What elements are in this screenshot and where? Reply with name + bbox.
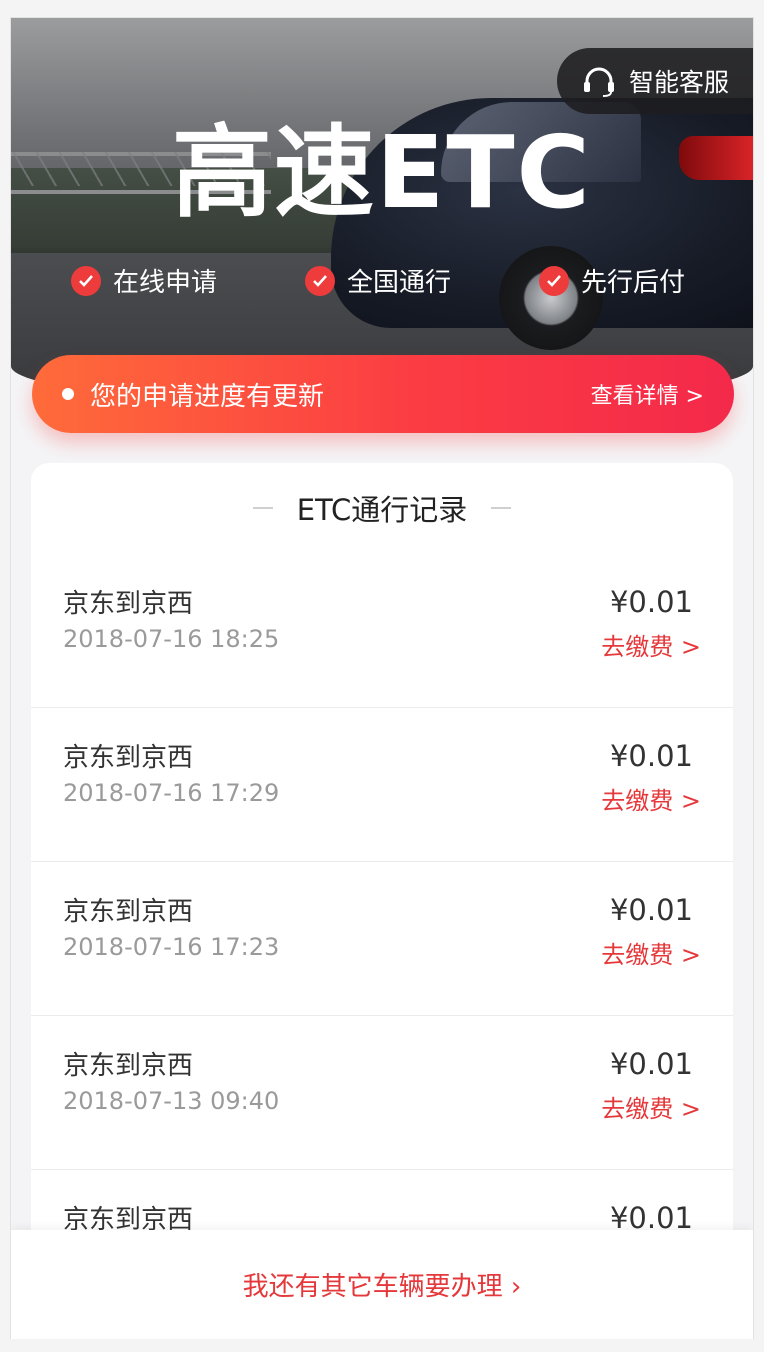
check-icon xyxy=(305,265,335,296)
record-amount: ¥0.01 xyxy=(609,739,693,773)
pay-link[interactable]: 去缴费 > xyxy=(601,935,701,970)
other-vehicle-label: 我还有其它车辆要办理 › xyxy=(242,1272,522,1302)
feature-item-nationwide: 全国通行 xyxy=(305,262,451,299)
progress-update-message: 您的申请进度有更新 xyxy=(90,381,325,412)
feature-label: 先行后付 xyxy=(581,268,686,298)
pay-link[interactable]: 去缴费 > xyxy=(601,781,701,816)
other-vehicle-button[interactable]: 我还有其它车辆要办理 › xyxy=(11,1230,753,1339)
record-amount: ¥0.01 xyxy=(609,585,693,619)
record-row[interactable]: 京东到京西 2018-07-13 09:40 ¥0.01 去缴费 > xyxy=(31,1015,733,1170)
record-route: 京东到京西 xyxy=(63,743,194,773)
hero-banner: 高速ETC 智能客服 在线申请 全国通行 先行后付 xyxy=(11,18,753,406)
record-route: 京东到京西 xyxy=(63,897,194,927)
feature-list: 在线申请 全国通行 先行后付 xyxy=(11,262,753,302)
record-row[interactable]: 京东到京西 2018-07-16 17:29 ¥0.01 去缴费 > xyxy=(31,707,733,862)
check-icon xyxy=(71,265,101,296)
feature-label: 在线申请 xyxy=(113,268,218,298)
feature-label: 全国通行 xyxy=(347,268,452,298)
dot-icon xyxy=(62,388,74,400)
record-route: 京东到京西 xyxy=(63,1051,194,1081)
record-route: 京东到京西 xyxy=(63,589,194,619)
view-details-link[interactable]: 查看详情 > xyxy=(591,378,704,410)
app-frame: 高速ETC 智能客服 在线申请 全国通行 先行后付 您的申请进度有更新 查看详情… xyxy=(10,17,754,1339)
record-row[interactable]: 京东到京西 2018-07-16 18:25 ¥0.01 去缴费 > xyxy=(31,553,733,708)
feature-item-online-apply: 在线申请 xyxy=(71,262,217,299)
smart-service-button[interactable]: 智能客服 xyxy=(557,48,753,114)
record-amount: ¥0.01 xyxy=(609,1047,693,1081)
divider xyxy=(491,507,512,509)
record-time: 2018-07-16 17:23 xyxy=(63,933,280,961)
pay-link[interactable]: 去缴费 > xyxy=(601,1089,701,1124)
record-amount: ¥0.01 xyxy=(609,893,693,927)
progress-update-banner[interactable]: 您的申请进度有更新 查看详情 > xyxy=(32,355,734,433)
check-icon xyxy=(539,265,569,296)
records-header: ETC通行记录 xyxy=(31,463,733,553)
records-title: ETC通行记录 xyxy=(296,493,468,527)
record-row[interactable]: 京东到京西 2018-07-16 17:23 ¥0.01 去缴费 > xyxy=(31,861,733,1016)
pay-link[interactable]: 去缴费 > xyxy=(601,627,701,662)
headset-icon xyxy=(584,67,614,97)
etc-records-card: ETC通行记录 京东到京西 2018-07-16 18:25 ¥0.01 去缴费… xyxy=(31,463,733,1339)
record-time: 2018-07-16 17:29 xyxy=(63,779,280,807)
divider xyxy=(252,507,273,509)
feature-item-pay-later: 先行后付 xyxy=(539,262,685,299)
record-time: 2018-07-16 18:25 xyxy=(63,625,280,653)
hero-title: 高速ETC xyxy=(172,114,592,231)
smart-service-label: 智能客服 xyxy=(629,68,730,97)
record-time: 2018-07-13 09:40 xyxy=(63,1087,280,1115)
